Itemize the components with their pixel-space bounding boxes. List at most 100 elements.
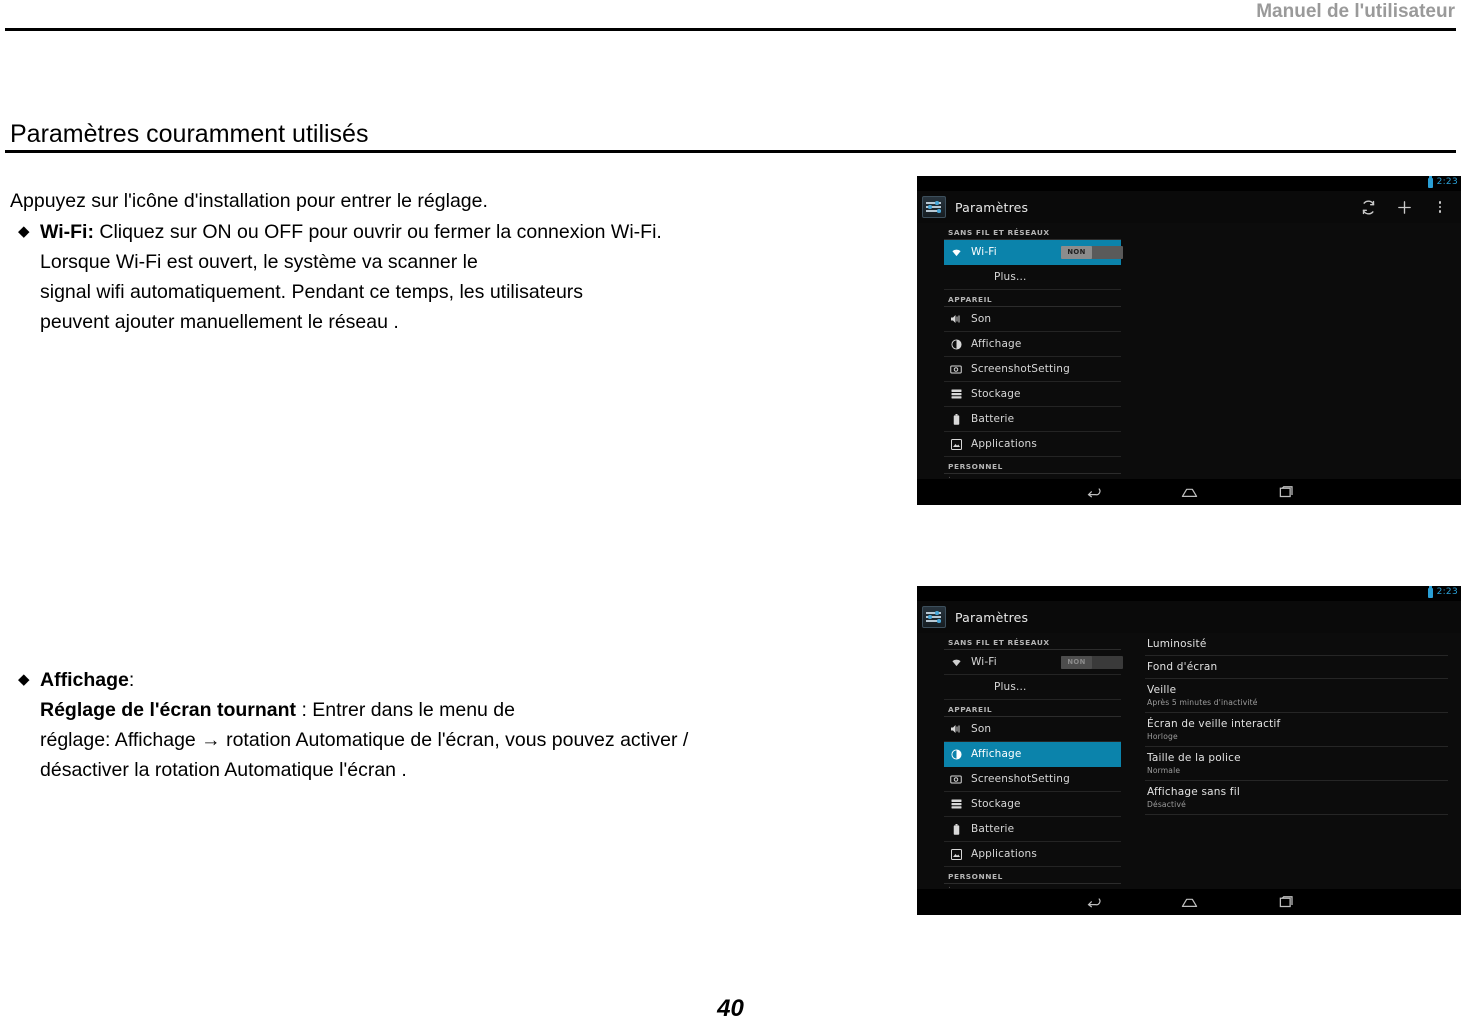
sidebar-item-label: Son [971,723,992,735]
sidebar-item-screenshotsetting[interactable]: ScreenshotSetting [944,767,1121,792]
sidebar-item-affichage[interactable]: Affichage [944,742,1121,767]
sidebar-item-label: Affichage [971,338,1022,350]
sidebar-item-son[interactable]: Son [944,307,1121,332]
status-bar: 2:23 [917,176,1461,191]
wifi-toggle-label: NON [1061,245,1092,259]
sidebar-item-label: Wi-Fi [971,246,997,258]
back-icon[interactable] [1081,483,1107,501]
action-bar-buttons [1350,191,1461,223]
section-divider [5,150,1456,153]
app-title: Paramètres [955,199,1029,215]
settings-content: SANS FIL ET RÉSEAUX Wi-Fi NON Plus... AP… [917,223,1461,481]
page-number: 40 [717,995,744,1022]
add-icon[interactable] [1386,191,1422,223]
detail-row-taille-de-la-police[interactable]: Taille de la police Normale [1145,747,1448,781]
display-line-4: désactiver la rotation Automatique l'écr… [40,759,407,781]
camera-icon [948,364,964,374]
sidebar-item-label: Son [971,313,992,325]
wifi-toggle[interactable]: NON [1061,245,1123,259]
sidebar-item-wifi[interactable]: Wi-Fi NON [944,650,1123,675]
recents-icon[interactable] [1273,483,1299,501]
sidebar-item-label: Applications [971,848,1037,860]
settings-sliders-icon [922,196,946,218]
settings-sidebar: SANS FIL ET RÉSEAUX Wi-Fi NON Plus... AP… [917,633,1123,891]
action-bar: Paramètres [917,191,1461,224]
sidebar-item-label: ScreenshotSetting [971,363,1070,375]
wifi-icon [948,248,964,257]
wifi-line-4: peuvent ajouter manuellement le réseau . [40,311,399,333]
header-divider [5,28,1456,31]
sidebar-item-stockage[interactable]: Stockage [944,382,1121,407]
sidebar-item-affichage[interactable]: Affichage [944,332,1121,357]
settings-sliders-icon [922,606,946,628]
detail-row-fond-ecran[interactable]: Fond d'écran [1145,656,1448,679]
detail-row-veille[interactable]: Veille Après 5 minutes d'inactivité [1145,679,1448,713]
display-line-2: Réglage de l'écran tournant : Entrer dan… [40,695,910,725]
settings-content: SANS FIL ET RÉSEAUX Wi-Fi NON Plus... AP… [917,633,1461,891]
sidebar-item-more[interactable]: Plus... [944,675,1121,700]
battery-list-icon [948,413,964,425]
wifi-line-3: signal wifi automatiquement. Pendant ce … [40,281,584,303]
navigation-bar [917,479,1461,505]
sidebar-item-label: Batterie [971,823,1015,835]
sidebar-item-label: Stockage [971,798,1021,810]
sidebar-item-applications[interactable]: Applications [944,432,1121,457]
sidebar-item-label: Applications [971,438,1037,450]
storage-icon [948,799,964,809]
display-term-suffix: : [128,669,135,691]
display-line-2-rest: : Entrer dans le menu de [296,699,515,721]
group-label-device: APPAREIL [944,700,1121,717]
manual-header-title: Manuel de l'utilisateur [1256,1,1455,22]
app-title: Paramètres [955,609,1029,625]
overflow-menu-icon[interactable] [1422,191,1458,223]
sidebar-item-label: Stockage [971,388,1021,400]
sidebar-item-more[interactable]: Plus... [944,265,1121,290]
screenshot-settings-display: 2:23 Paramètres SANS FIL ET RÉSEAUX Wi-F… [917,586,1461,915]
sidebar-item-applications[interactable]: Applications [944,842,1121,867]
camera-icon [948,774,964,784]
storage-icon [948,389,964,399]
detail-row-luminosite[interactable]: Luminosité [1145,633,1448,656]
volume-icon [948,314,964,324]
sidebar-item-son[interactable]: Son [944,717,1121,742]
sidebar-item-batterie[interactable]: Batterie [944,407,1121,432]
detail-row-ecran-de-veille-interactif[interactable]: Écran de veille interactif Horloge [1145,713,1448,747]
sync-icon[interactable] [1350,191,1386,223]
detail-row-subtitle: Normale [1147,766,1181,775]
group-label-wireless: SANS FIL ET RÉSEAUX [944,633,1121,650]
diamond-bullet-icon: ◆ [18,671,30,688]
brightness-icon [948,748,964,760]
wifi-toggle-label: NON [1061,655,1092,669]
wifi-line-1-rest: Cliquez sur ON ou OFF pour ouvrir ou fer… [93,221,662,243]
wifi-term: Wi-Fi: [40,221,94,243]
detail-row-title: Fond d'écran [1147,661,1218,673]
sidebar-item-label: Plus... [994,681,1027,693]
status-clock: 2:23 [1436,587,1458,597]
group-label-wireless: SANS FIL ET RÉSEAUX [944,223,1121,240]
wifi-icon [948,658,964,667]
detail-row-affichage-sans-fil[interactable]: Affichage sans fil Désactivé [1145,781,1448,815]
group-label-personal: PERSONNEL [944,867,1121,884]
display-term: Affichage [40,669,129,691]
detail-row-title: Taille de la police [1147,752,1241,764]
detail-row-subtitle: Horloge [1147,732,1178,741]
apps-icon [948,848,964,860]
detail-row-subtitle: Après 5 minutes d'inactivité [1147,698,1258,707]
back-icon[interactable] [1081,893,1107,911]
detail-row-title: Écran de veille interactif [1147,718,1281,730]
home-icon[interactable] [1177,893,1203,911]
sidebar-item-stockage[interactable]: Stockage [944,792,1121,817]
recents-icon[interactable] [1273,893,1299,911]
home-icon[interactable] [1177,483,1203,501]
battery-list-icon [948,823,964,835]
sidebar-item-batterie[interactable]: Batterie [944,817,1121,842]
settings-detail-pane: Luminosité Fond d'écran Veille Après 5 m… [1121,633,1461,889]
wifi-toggle[interactable]: NON [1061,655,1123,669]
sidebar-item-label: Wi-Fi [971,656,997,668]
settings-detail-pane [1121,223,1461,479]
sidebar-item-label: Batterie [971,413,1015,425]
sidebar-item-wifi[interactable]: Wi-Fi NON [944,240,1123,265]
wifi-bullet: ◆ Wi-Fi: Cliquez sur ON ou OFF pour ouvr… [10,217,890,337]
page-title: Paramètres couramment utilisés [10,120,369,148]
sidebar-item-screenshotsetting[interactable]: ScreenshotSetting [944,357,1121,382]
